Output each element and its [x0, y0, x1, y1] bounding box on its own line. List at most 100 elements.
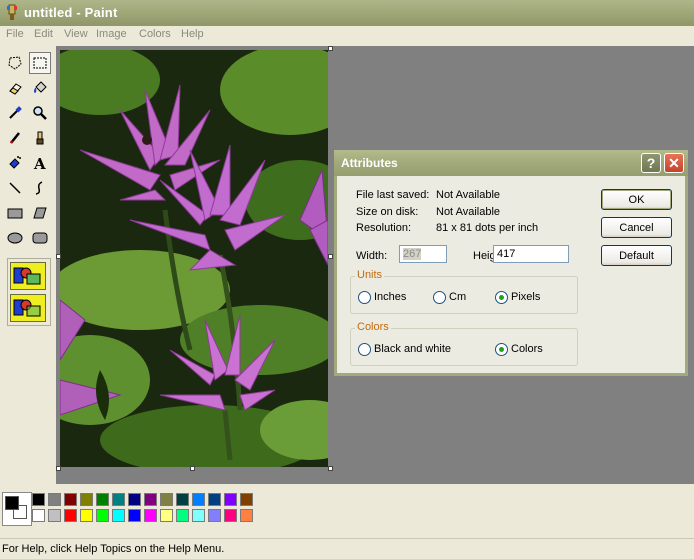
foreground-color-swatch — [5, 496, 19, 510]
palette-swatch[interactable] — [224, 509, 237, 522]
free-form-select-icon[interactable] — [4, 52, 26, 74]
transparent-selection-option[interactable] — [10, 294, 46, 322]
palette-swatch[interactable] — [32, 493, 45, 506]
units-pixels-radio[interactable] — [495, 291, 508, 304]
palette-swatch[interactable] — [128, 509, 141, 522]
palette-swatch[interactable] — [144, 493, 157, 506]
menu-file[interactable]: File — [6, 28, 24, 40]
resize-handle-bottom-right[interactable] — [328, 466, 333, 471]
text-icon[interactable]: A — [29, 152, 51, 174]
close-icon: ✕ — [668, 154, 680, 171]
palette-swatch[interactable] — [192, 493, 205, 506]
help-button[interactable]: ? — [641, 153, 661, 173]
palette-swatch[interactable] — [176, 493, 189, 506]
radio-checked-dot — [499, 347, 504, 352]
palette-swatch[interactable] — [80, 493, 93, 506]
palette-swatch[interactable] — [48, 509, 61, 522]
dialog-body: File last saved: Not Available Size on d… — [337, 176, 685, 373]
palette-swatch[interactable] — [208, 493, 221, 506]
palette-swatch[interactable] — [64, 493, 77, 506]
resize-handle-right[interactable] — [328, 254, 333, 259]
rectangle-icon[interactable] — [4, 202, 26, 224]
palette-swatch[interactable] — [112, 493, 125, 506]
opaque-selection-option[interactable] — [10, 262, 46, 290]
menu-view[interactable]: View — [64, 28, 88, 40]
palette-swatch[interactable] — [208, 509, 221, 522]
units-group: Units Inches Cm Pixels — [350, 269, 578, 314]
palette-swatch[interactable] — [80, 509, 93, 522]
resize-handle-bottom-left — [56, 466, 61, 471]
brush-icon[interactable] — [29, 127, 51, 149]
polygon-icon[interactable] — [29, 202, 51, 224]
palette-swatch[interactable] — [32, 509, 45, 522]
units-inches-label[interactable]: Inches — [374, 291, 406, 303]
eraser-icon[interactable] — [4, 77, 26, 99]
colors-group-title: Colors — [355, 321, 391, 333]
palette-swatch[interactable] — [144, 509, 157, 522]
size-on-disk-label: Size on disk: — [356, 206, 419, 218]
width-label: Width: — [356, 250, 388, 262]
palette-swatch[interactable] — [64, 509, 77, 522]
resize-handle-left — [56, 254, 61, 259]
units-group-title: Units — [355, 269, 385, 281]
palette-swatch[interactable] — [112, 509, 125, 522]
palette-swatch[interactable] — [176, 509, 189, 522]
airbrush-icon[interactable] — [4, 152, 26, 174]
colors-bw-label[interactable]: Black and white — [374, 343, 451, 355]
rounded-rect-icon[interactable] — [29, 227, 51, 249]
current-colors[interactable] — [2, 492, 32, 526]
drawing-canvas[interactable] — [60, 50, 328, 467]
paint-app-icon[interactable] — [4, 4, 20, 22]
ok-button-label: OK — [628, 193, 645, 206]
menu-image[interactable]: Image — [96, 28, 127, 40]
units-cm-radio[interactable] — [433, 291, 446, 304]
palette-swatch[interactable] — [192, 509, 205, 522]
menu-edit[interactable]: Edit — [34, 28, 53, 40]
color-palette — [0, 484, 694, 538]
magnifier-icon[interactable] — [29, 102, 51, 124]
palette-swatch[interactable] — [96, 493, 109, 506]
window-title: untitled - Paint — [24, 5, 118, 20]
default-button[interactable]: Default — [601, 245, 672, 266]
ok-button[interactable]: OK — [601, 189, 672, 210]
units-pixels-label[interactable]: Pixels — [511, 291, 540, 303]
cancel-button[interactable]: Cancel — [601, 217, 672, 238]
width-value: 267 — [403, 248, 422, 260]
palette-swatch[interactable] — [96, 509, 109, 522]
width-field[interactable]: 267 — [399, 245, 447, 263]
colors-color-label[interactable]: Colors — [511, 343, 543, 355]
menu-help[interactable]: Help — [181, 28, 204, 40]
resize-handle-bottom[interactable] — [190, 466, 195, 471]
palette-swatch[interactable] — [160, 509, 173, 522]
resize-handle-top-right[interactable] — [328, 46, 333, 51]
ellipse-icon[interactable] — [4, 227, 26, 249]
tool-options-panel — [7, 258, 51, 326]
colors-bw-radio[interactable] — [358, 343, 371, 356]
menu-bar: File Edit View Image Colors Help — [0, 26, 694, 44]
pencil-icon[interactable] — [4, 127, 26, 149]
status-text: For Help, click Help Topics on the Help … — [2, 543, 225, 555]
title-bar[interactable]: untitled - Paint — [0, 0, 694, 26]
question-icon: ? — [646, 155, 656, 171]
palette-swatch[interactable] — [240, 493, 253, 506]
palette-swatch[interactable] — [128, 493, 141, 506]
palette-swatch[interactable] — [240, 509, 253, 522]
height-field[interactable]: 417 — [493, 245, 569, 263]
palette-swatch[interactable] — [48, 493, 61, 506]
colors-color-radio[interactable] — [495, 343, 508, 356]
rect-select-icon[interactable] — [29, 52, 51, 74]
fill-bucket-icon[interactable] — [29, 77, 51, 99]
color-picker-icon[interactable] — [4, 102, 26, 124]
units-cm-label[interactable]: Cm — [449, 291, 466, 303]
menu-colors[interactable]: Colors — [139, 28, 171, 40]
lotus-photo — [60, 50, 328, 467]
resolution-value: 81 x 81 dots per inch — [436, 222, 539, 234]
resolution-label: Resolution: — [356, 222, 412, 234]
dialog-title-bar[interactable]: Attributes ? ✕ — [334, 150, 688, 176]
palette-swatch[interactable] — [160, 493, 173, 506]
units-inches-radio[interactable] — [358, 291, 371, 304]
palette-swatch[interactable] — [224, 493, 237, 506]
line-icon[interactable] — [4, 177, 26, 199]
curve-icon[interactable] — [29, 177, 51, 199]
close-button[interactable]: ✕ — [664, 153, 684, 173]
